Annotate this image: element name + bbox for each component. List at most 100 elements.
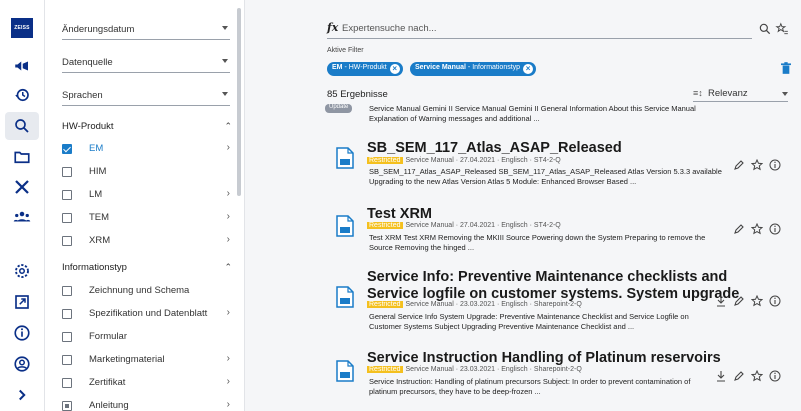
account-icon[interactable] [9,351,35,377]
info-icon[interactable] [769,295,781,307]
chevron-right-icon[interactable]: › [227,353,230,364]
meta-text: Service Manual · 27.04.2021 · Englisch ·… [405,157,561,164]
option-label: Zeichnung und Schema [89,285,190,296]
checkbox[interactable] [62,190,72,200]
chip-name: Service Manual [415,64,466,71]
chevron-right-icon[interactable]: › [227,188,230,199]
star-icon[interactable] [751,295,763,307]
caret-down-icon [222,59,228,63]
checkbox[interactable] [62,236,72,246]
info-icon[interactable] [769,370,781,382]
result-meta: Restricted Service Manual · 23.03.2021 · … [367,366,582,373]
info-icon[interactable] [9,320,35,346]
result-snippet: Test XRM Test XRM Removing the MKIII Sou… [369,233,729,253]
chevron-right-icon[interactable]: › [227,142,230,153]
info-icon[interactable] [769,159,781,171]
filter-option-marketing[interactable]: Marketingmaterial › [62,353,232,369]
count-label: Ergebnisse [340,89,388,100]
search-input[interactable]: fx Expertensuche nach... [327,21,752,39]
expand-icon[interactable] [9,382,35,408]
edit-icon[interactable] [733,223,745,235]
settings-icon[interactable] [9,258,35,284]
filter-option-tem[interactable]: TEM › [62,211,232,227]
filter-option-xrm[interactable]: XRM › [62,234,232,250]
checkbox[interactable] [62,213,72,223]
filter-chip-em[interactable]: EM - HW-Produkt × [327,62,403,76]
restricted-badge: Restricted [367,301,403,308]
section-title: HW-Produkt [62,121,114,132]
checkbox[interactable] [62,167,72,177]
download-icon[interactable] [715,295,727,307]
remove-chip-icon[interactable]: × [523,64,534,74]
checkbox[interactable] [62,401,72,411]
search-placeholder: Expertensuche nach... [342,23,437,34]
option-label: HIM [89,166,107,177]
checkbox[interactable] [62,378,72,388]
external-link-icon[interactable] [9,289,35,315]
filter-option-zertifikat[interactable]: Zertifikat › [62,376,232,392]
filter-option-spezifikation[interactable]: Spezifikation und Datenblatt › [62,307,232,323]
chevron-right-icon[interactable]: › [227,234,230,245]
checkbox[interactable] [62,309,72,319]
dropdown-datenquelle[interactable]: Datenquelle [62,55,230,73]
filter-option-formular[interactable]: Formular [62,330,232,346]
trash-icon[interactable] [781,62,791,74]
option-label: Formular [89,331,128,342]
dropdown-sprachen[interactable]: Sprachen [62,88,230,106]
info-icon[interactable] [769,223,781,235]
star-icon[interactable] [751,223,763,235]
search-icon[interactable] [5,112,39,140]
star-icon[interactable] [751,370,763,382]
option-label: XRM [89,235,111,246]
result-title[interactable]: Service Instruction Handling of Platinum… [367,349,721,367]
edit-icon[interactable] [733,295,745,307]
history-icon[interactable] [9,82,35,108]
tools-icon[interactable] [9,174,35,200]
filter-option-zeichnung[interactable]: Zeichnung und Schema [62,284,232,300]
filter-chip-service-manual[interactable]: Service Manual - Informationstyp × [410,62,537,76]
section-title: Informationstyp [62,262,127,273]
group-icon[interactable] [9,204,35,230]
filter-option-him[interactable]: HIM [62,165,232,181]
option-label: TEM [89,212,110,223]
count-number: 85 [327,89,338,100]
meta-text: Service Manual · 23.03.2021 · Englisch ·… [405,301,582,308]
snippet-line: Service Manual Gemini II Service Manual … [369,104,696,113]
section-informationstyp[interactable]: Informationstyp ⌃ [62,262,232,273]
result-title[interactable]: Service Info: Preventive Maintenance che… [367,268,727,286]
folder-icon[interactable] [9,144,35,170]
star-list-icon[interactable] [775,22,789,36]
edit-icon[interactable] [733,370,745,382]
chevron-right-icon[interactable]: › [227,307,230,318]
search-icon[interactable] [758,22,772,36]
checkbox[interactable] [62,332,72,342]
sort-dropdown[interactable]: ≡↕ Relevanz [693,88,788,102]
result-title[interactable]: SB_SEM_117_Atlas_ASAP_Released [367,139,622,157]
icon-rail: ZEISS [0,0,45,411]
chevron-right-icon[interactable]: › [227,211,230,222]
chevron-right-icon[interactable]: › [227,376,230,387]
zeiss-logo[interactable]: ZEISS [11,18,33,38]
checkbox[interactable] [62,355,72,365]
dropdown-aenderungsdatum[interactable]: Änderungsdatum [62,22,230,40]
download-icon[interactable] [715,370,727,382]
filter-scrollbar[interactable] [237,8,241,196]
update-badge: Update [325,104,353,113]
checkbox[interactable] [62,286,72,296]
chevron-right-icon[interactable]: › [227,399,230,410]
chevron-up-icon: ⌃ [224,121,232,131]
remove-chip-icon[interactable]: × [389,64,400,74]
filter-option-em[interactable]: EM › [62,142,232,158]
filter-option-anleitung[interactable]: Anleitung › [62,399,232,411]
result-title[interactable]: Test XRM [367,205,432,223]
chip-type: - Informationstyp [465,64,521,71]
megaphone-icon[interactable] [9,53,35,79]
section-hw-produkt[interactable]: HW-Produkt ⌃ [62,121,232,132]
snippet-line: Customer Systems Subject Upgrading Preve… [369,322,635,331]
checkbox[interactable] [62,144,72,154]
snippet-line: SB_SEM_117_Atlas_ASAP_Released SB_SEM_11… [369,167,722,176]
star-icon[interactable] [751,159,763,171]
filter-option-lm[interactable]: LM › [62,188,232,204]
chip-type: - HW-Produkt [342,64,387,71]
edit-icon[interactable] [733,159,745,171]
